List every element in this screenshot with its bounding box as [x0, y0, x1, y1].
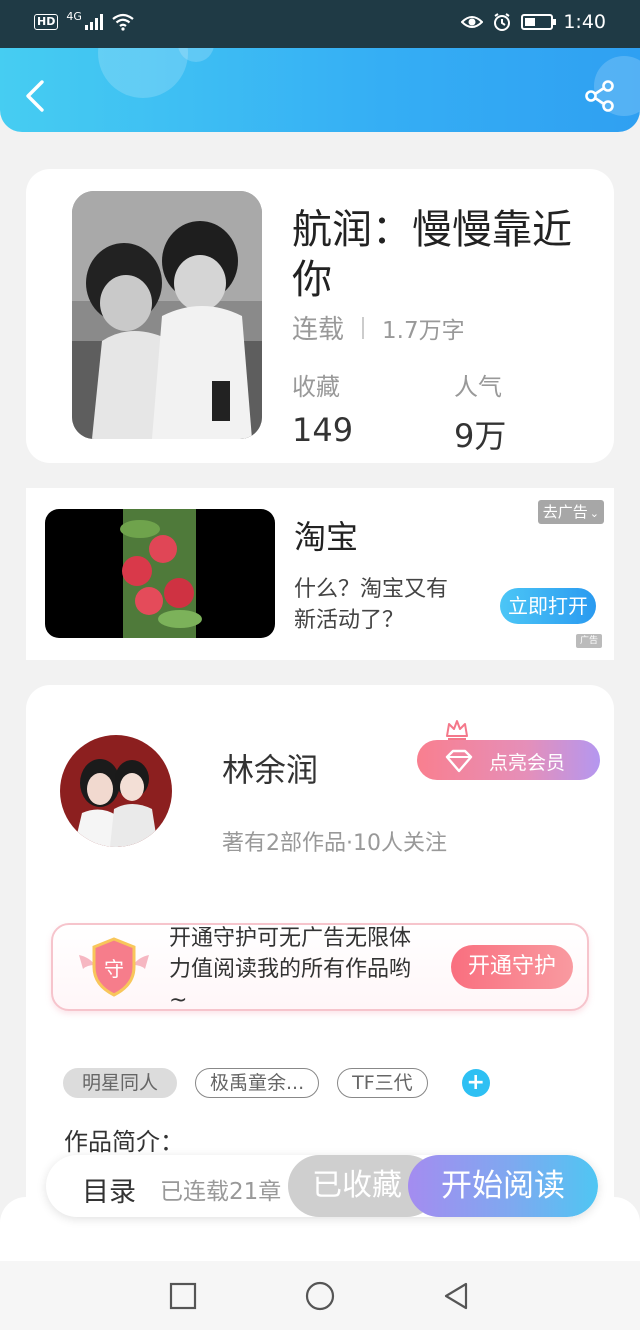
ad-tag-label: 广告: [579, 636, 598, 646]
author-avatar[interactable]: [60, 735, 172, 847]
back-triangle-icon[interactable]: [440, 1280, 472, 1312]
signal-icon: [84, 14, 103, 30]
remove-ad-label: 去广告: [542, 503, 588, 521]
author-info: 著有2部作品·10人关注: [222, 831, 447, 856]
ad-description: 什么？淘宝又有新活动了？: [294, 577, 449, 633]
book-cover-image[interactable]: [72, 191, 262, 439]
favorites-label: 收藏: [292, 373, 340, 401]
intro-heading: 作品简介：: [64, 1128, 184, 1156]
guard-shield-icon: 守: [77, 935, 151, 999]
ad-tag: 广告: [575, 634, 602, 648]
popularity-label: 人气: [454, 373, 502, 401]
wifi-icon: [112, 13, 134, 31]
home-icon[interactable]: [304, 1280, 336, 1312]
guard-promo-box: 守 开通守护可无广告无限体力值阅读我的所有作品哟~ 开通守护: [51, 923, 589, 1013]
book-title: 航润：慢慢靠近你: [292, 207, 572, 303]
ad-title: 淘宝: [294, 518, 359, 556]
ad-banner[interactable]: 淘宝 什么？淘宝又有新活动了？ 去广告 ⌄ 立即打开 广告: [26, 488, 614, 660]
popularity-count: 9万: [454, 417, 507, 455]
add-tag-icon[interactable]: +: [461, 1069, 490, 1097]
battery-icon: [521, 14, 557, 30]
book-info-card: 航润：慢慢靠近你 连载 1.7万字 收藏 149 人气 9万: [26, 169, 614, 463]
book-meta: 连载 1.7万字: [292, 309, 465, 346]
tag-list: 明星同人 极禹童余... TF三代 +: [63, 1068, 490, 1098]
top-header: [0, 48, 640, 132]
chapter-count[interactable]: 已连载21章: [160, 1172, 281, 1206]
recent-apps-icon[interactable]: [167, 1280, 199, 1312]
decor-bubble: [98, 48, 188, 98]
shield-char: 守: [104, 957, 124, 981]
vip-member-button[interactable]: 点亮会员: [417, 720, 600, 780]
chevron-down-icon: ⌄: [589, 507, 599, 520]
favorites-count: 149: [292, 411, 354, 449]
ad-video[interactable]: [45, 509, 275, 638]
tag-item[interactable]: 明星同人: [63, 1068, 178, 1098]
diamond-icon: [445, 749, 473, 773]
network-badge: HD: [34, 14, 59, 30]
author-name: 林余润: [222, 751, 319, 789]
back-arrow-icon[interactable]: [22, 78, 50, 114]
book-status: 连载: [292, 315, 345, 345]
status-time: 1:40: [563, 11, 606, 33]
eye-icon: [461, 16, 484, 28]
vip-button-label: 点亮会员: [489, 752, 566, 774]
open-guard-button[interactable]: 开通守护: [451, 945, 573, 989]
tag-item[interactable]: 极禹童余...: [195, 1068, 320, 1098]
status-bar: HD 4G 1:40: [0, 0, 640, 48]
network-type: 4G: [66, 9, 82, 23]
ad-open-button[interactable]: 立即打开: [500, 588, 596, 624]
bottom-action-bar: 目录 已连载21章 已收藏 开始阅读: [46, 1155, 598, 1217]
ad-lychee-image: [120, 509, 202, 638]
guard-promo-text: 开通守护可无广告无限体力值阅读我的所有作品哟~: [169, 926, 412, 1013]
start-reading-button[interactable]: 开始阅读: [408, 1155, 598, 1217]
alarm-icon: [494, 13, 511, 31]
crown-icon: [446, 720, 468, 740]
tag-item[interactable]: TF三代: [337, 1068, 428, 1098]
remove-ad-button[interactable]: 去广告 ⌄: [537, 500, 604, 524]
toc-button[interactable]: 目录: [82, 1170, 136, 1209]
book-word-count: 1.7万字: [382, 317, 465, 344]
system-nav-bar: [0, 1261, 640, 1330]
meta-divider: [362, 316, 365, 339]
share-icon[interactable]: [584, 80, 616, 112]
